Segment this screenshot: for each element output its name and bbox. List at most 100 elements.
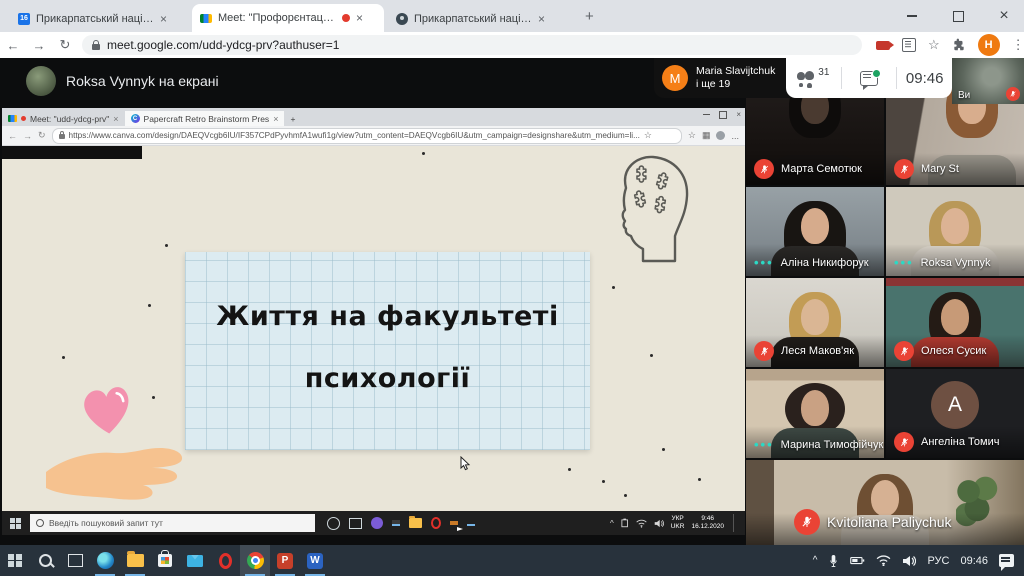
task-view-icon[interactable] bbox=[349, 518, 362, 529]
muted-mic-icon bbox=[754, 341, 774, 361]
inner-search-box[interactable]: Введіть пошуковий запит тут bbox=[30, 514, 315, 532]
browser-tab-calendar[interactable]: 16 Прикарпатський національний × bbox=[10, 5, 188, 32]
start-button[interactable] bbox=[0, 545, 30, 576]
word-button[interactable]: W bbox=[300, 545, 330, 576]
canva-icon: C bbox=[131, 114, 140, 123]
file-explorer-icon[interactable] bbox=[409, 518, 422, 528]
participant-tile[interactable]: A Ангеліна Томич bbox=[886, 369, 1024, 458]
participant-tile[interactable]: Олеся Сусик bbox=[886, 278, 1024, 367]
close-tab-icon[interactable]: × bbox=[356, 11, 363, 25]
decor-dot bbox=[612, 286, 615, 289]
file-explorer-button[interactable] bbox=[120, 545, 150, 576]
inner-start-button[interactable] bbox=[10, 518, 21, 529]
mail-button[interactable] bbox=[180, 545, 210, 576]
clock[interactable]: 09:46 bbox=[960, 555, 988, 567]
favorites-add-icon[interactable]: ☆ bbox=[688, 130, 696, 141]
favorite-star-icon[interactable]: ☆ bbox=[644, 130, 652, 141]
window-maximize-button[interactable] bbox=[938, 0, 978, 32]
language-indicator[interactable]: РУС bbox=[927, 555, 949, 567]
taskbar-search-button[interactable] bbox=[30, 545, 60, 576]
tab-label: Прикарпатський національний bbox=[414, 13, 532, 25]
edge-taskbar-button[interactable] bbox=[392, 520, 400, 526]
inner-menu-icon[interactable]: ... bbox=[731, 131, 739, 141]
close-tab-icon[interactable]: × bbox=[538, 12, 545, 26]
profile-avatar[interactable]: H bbox=[978, 34, 1000, 56]
inner-new-tab-button[interactable]: + bbox=[284, 111, 301, 126]
meet-header-pill: 31 09:46 bbox=[786, 58, 952, 98]
chat-unread-dot bbox=[872, 69, 881, 78]
window-minimize-button[interactable] bbox=[892, 0, 932, 32]
presenter-banner: Roksa Vynnyk на екрані bbox=[66, 73, 219, 89]
self-view-tile[interactable]: Ви bbox=[952, 58, 1024, 104]
back-icon[interactable]: ← bbox=[0, 38, 26, 53]
windows-logo-icon bbox=[8, 554, 22, 568]
browser-tab-classroom[interactable]: Прикарпатський національний × bbox=[388, 5, 566, 32]
viber-icon[interactable] bbox=[371, 517, 383, 529]
inner-tab-meet[interactable]: Meet: "udd-ydcg-prv" × bbox=[2, 111, 125, 126]
store-bag-icon bbox=[158, 554, 172, 567]
pinned-speaker-pill[interactable]: M Maria Slavijtchuk і ще 19 bbox=[654, 58, 794, 98]
self-label: Ви bbox=[958, 90, 970, 101]
telegram-taskbar-button[interactable] bbox=[450, 521, 458, 525]
edge-taskbar-button[interactable] bbox=[90, 545, 120, 576]
close-tab-icon[interactable]: × bbox=[273, 114, 278, 124]
close-tab-icon[interactable]: × bbox=[160, 12, 167, 26]
participants-button[interactable]: 31 bbox=[786, 58, 841, 98]
inner-maximize-button[interactable] bbox=[719, 111, 727, 119]
wifi-icon[interactable] bbox=[876, 555, 891, 566]
power-battery-icon[interactable] bbox=[850, 555, 865, 566]
new-tab-button[interactable]: + bbox=[585, 8, 594, 25]
translate-icon[interactable] bbox=[902, 38, 916, 52]
collections-icon[interactable]: ▦ bbox=[702, 130, 711, 141]
browser-tab-meet[interactable]: Meet: "Профорєнтаційна зу × bbox=[192, 4, 384, 32]
chrome-taskbar-button[interactable] bbox=[240, 545, 270, 576]
participant-avatar: A bbox=[931, 381, 979, 429]
participant-tile[interactable]: ••• Марина Тимофійчук bbox=[746, 369, 884, 458]
participant-tile[interactable]: Kvitoliana Paliychuk bbox=[746, 460, 1024, 545]
inner-address-bar[interactable]: https://www.canva.com/design/DAEQVcgb6IU… bbox=[52, 128, 682, 144]
participant-tile[interactable]: Леся Маков'як bbox=[746, 278, 884, 367]
tab-label: Meet: "Профорєнтаційна зу bbox=[218, 12, 336, 24]
inner-back-icon[interactable]: ← bbox=[8, 131, 17, 141]
word-icon: W bbox=[307, 553, 323, 569]
cortana-icon[interactable] bbox=[327, 517, 340, 530]
speaker-icon[interactable] bbox=[902, 555, 916, 567]
microphone-icon[interactable] bbox=[828, 554, 839, 568]
extensions-puzzle-icon[interactable] bbox=[952, 38, 966, 52]
bookmark-star-icon[interactable]: ☆ bbox=[928, 37, 940, 53]
tray-chevron-icon[interactable]: ^ bbox=[610, 519, 614, 528]
inner-reload-icon[interactable]: ↻ bbox=[38, 130, 46, 141]
reload-icon[interactable]: ↻ bbox=[52, 37, 78, 53]
browser-menu-icon[interactable]: ⋮ bbox=[1012, 37, 1024, 53]
participant-tile[interactable]: ••• Аліна Никифорук bbox=[746, 187, 884, 276]
app-taskbar-button[interactable] bbox=[467, 520, 475, 526]
inner-close-button[interactable]: × bbox=[736, 110, 741, 119]
opera-icon[interactable] bbox=[431, 517, 441, 529]
profile-icon[interactable] bbox=[716, 131, 725, 140]
inner-tab-canva[interactable]: C Papercraft Retro Brainstorm Pres × bbox=[125, 111, 285, 126]
task-view-button[interactable] bbox=[60, 545, 90, 576]
tab-label: Прикарпатський національний bbox=[36, 13, 154, 25]
participant-tile[interactable]: ••• Roksa Vynnyk bbox=[886, 187, 1024, 276]
decor-dot bbox=[650, 354, 653, 357]
inner-minimize-button[interactable] bbox=[703, 114, 710, 115]
window-close-button[interactable]: × bbox=[984, 0, 1024, 32]
address-bar[interactable]: meet.google.com/udd-ydcg-prv?authuser=1 bbox=[82, 35, 862, 55]
opera-button[interactable] bbox=[210, 545, 240, 576]
chat-button[interactable] bbox=[842, 58, 897, 98]
show-desktop-button[interactable] bbox=[733, 514, 737, 532]
lock-icon bbox=[92, 44, 100, 50]
close-tab-icon[interactable]: × bbox=[113, 114, 118, 124]
screen: 16 Прикарпатський національний × Meet: "… bbox=[0, 0, 1024, 576]
inner-clock[interactable]: 9:46 16.12.2020 bbox=[691, 515, 724, 531]
inner-language-indicator[interactable]: УКР UKR bbox=[671, 515, 685, 531]
decor-dot bbox=[422, 152, 425, 155]
forward-icon[interactable]: → bbox=[26, 38, 52, 53]
powerpoint-button[interactable]: P bbox=[270, 545, 300, 576]
notification-center-icon[interactable] bbox=[999, 554, 1014, 567]
camera-in-use-icon[interactable] bbox=[876, 41, 890, 50]
tray-chevron-icon[interactable]: ^ bbox=[813, 555, 818, 566]
inner-forward-icon[interactable]: → bbox=[23, 131, 32, 141]
microsoft-store-button[interactable] bbox=[150, 545, 180, 576]
google-meet-icon bbox=[200, 14, 212, 23]
